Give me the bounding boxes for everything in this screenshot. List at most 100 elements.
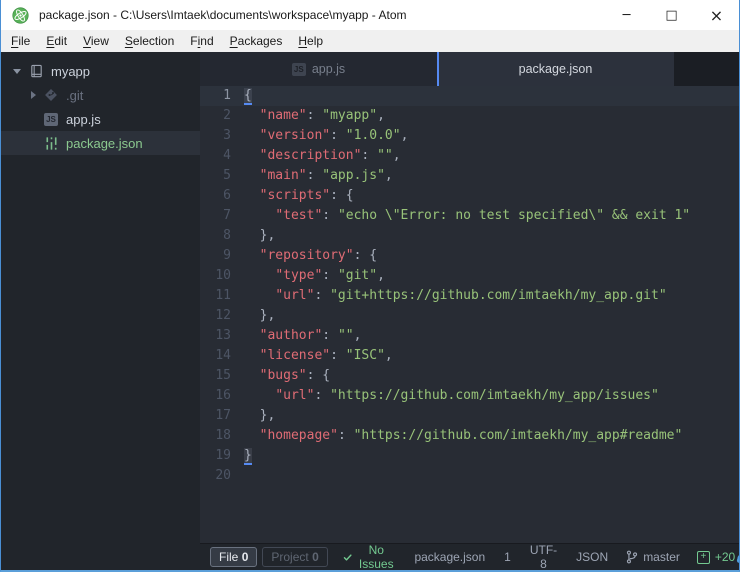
repo-icon bbox=[30, 64, 42, 77]
code-line[interactable]: 8 }, bbox=[200, 226, 739, 246]
grammar-selector[interactable]: JSON bbox=[576, 550, 608, 564]
menu-item-selection[interactable]: Selection bbox=[117, 31, 182, 51]
code-line[interactable]: 12 }, bbox=[200, 306, 739, 326]
project-issues-badge[interactable]: Project 0 bbox=[262, 547, 328, 567]
code-line[interactable]: 17 }, bbox=[200, 406, 739, 426]
code-line-text: "version": "1.0.0", bbox=[259, 128, 409, 143]
code-line-text: "type": "git", bbox=[275, 268, 385, 283]
tab-packagejson[interactable]: package.json bbox=[437, 52, 674, 86]
menu-bar: File Edit View Selection Find Packages Help bbox=[1, 30, 739, 52]
menu-item-file[interactable]: File bbox=[3, 31, 38, 51]
line-number[interactable]: 7 bbox=[200, 206, 244, 226]
code-line[interactable]: 20 bbox=[200, 466, 739, 486]
code-line[interactable]: 10 "type": "git", bbox=[200, 266, 739, 286]
git-branch[interactable]: master bbox=[625, 550, 680, 564]
file-issues-count: 0 bbox=[241, 550, 249, 564]
line-number[interactable]: 14 bbox=[200, 346, 244, 366]
code-line-text: "test": "echo \"Error: no test specified… bbox=[275, 208, 691, 223]
status-bar: File 0 Project 0 No Issues package.json … bbox=[200, 543, 739, 570]
project-issues-count: 0 bbox=[312, 550, 319, 564]
code-line-text: }, bbox=[244, 308, 276, 323]
line-number[interactable]: 6 bbox=[200, 186, 244, 206]
text-editor[interactable]: 1{2 "name": "myapp", 3 "version": "1.0.0"… bbox=[200, 86, 739, 543]
lint-status-label: No Issues bbox=[358, 543, 394, 571]
code-line-text: "main": "app.js", bbox=[259, 168, 393, 183]
minimize-button[interactable]: ─ bbox=[604, 0, 649, 30]
code-line[interactable]: 11 "url": "git+https://github.com/imtaek… bbox=[200, 286, 739, 306]
code-line[interactable]: 9 "repository": { bbox=[200, 246, 739, 266]
tree-item-appjs[interactable]: JS app.js bbox=[1, 107, 200, 131]
tree-root-myapp[interactable]: myapp bbox=[1, 59, 200, 83]
line-number[interactable]: 16 bbox=[200, 386, 244, 406]
menu-item-edit[interactable]: Edit bbox=[38, 31, 75, 51]
matched-bracket: { bbox=[244, 88, 252, 103]
code-line[interactable]: 13 "author": "", bbox=[200, 326, 739, 346]
line-number[interactable]: 10 bbox=[200, 266, 244, 286]
code-line-text: "repository": { bbox=[259, 248, 378, 263]
menu-item-help[interactable]: Help bbox=[290, 31, 331, 51]
code-line[interactable]: 15 "bugs": { bbox=[200, 366, 739, 386]
code-line[interactable]: 14 "license": "ISC", bbox=[200, 346, 739, 366]
line-number[interactable]: 19 bbox=[200, 446, 244, 466]
tab-bar: JS app.js package.json bbox=[200, 52, 739, 86]
line-number[interactable]: 17 bbox=[200, 406, 244, 426]
line-number[interactable]: 1 bbox=[200, 86, 244, 106]
close-button[interactable]: × bbox=[694, 0, 739, 30]
code-line-text: { bbox=[244, 86, 739, 106]
line-number[interactable]: 3 bbox=[200, 126, 244, 146]
line-number[interactable]: 8 bbox=[200, 226, 244, 246]
update-available-button[interactable] bbox=[735, 550, 739, 565]
git-folder-icon bbox=[45, 89, 57, 101]
code-line-text: "scripts": { bbox=[259, 188, 354, 203]
encoding-selector[interactable]: UTF-8 bbox=[530, 543, 557, 570]
line-number[interactable]: 13 bbox=[200, 326, 244, 346]
menu-item-find[interactable]: Find bbox=[182, 31, 221, 51]
maximize-button[interactable]: □ bbox=[649, 0, 694, 30]
tab-appjs[interactable]: JS app.js bbox=[200, 52, 437, 86]
line-number[interactable]: 5 bbox=[200, 166, 244, 186]
lint-status[interactable]: No Issues bbox=[343, 543, 396, 571]
line-number[interactable]: 12 bbox=[200, 306, 244, 326]
code-line[interactable]: 18 "homepage": "https://github.com/imtae… bbox=[200, 426, 739, 446]
code-line-text: "name": "myapp", bbox=[259, 108, 385, 123]
code-line[interactable]: 3 "version": "1.0.0", bbox=[200, 126, 739, 146]
tree-item-packagejson[interactable]: package.json bbox=[1, 131, 200, 155]
line-number[interactable]: 2 bbox=[200, 106, 244, 126]
code-line-text: } bbox=[244, 446, 739, 466]
line-number[interactable]: 4 bbox=[200, 146, 244, 166]
menu-item-packages[interactable]: Packages bbox=[222, 31, 291, 51]
window-title: package.json - C:\Users\Imtaek\documents… bbox=[39, 8, 407, 22]
code-line[interactable]: 5 "main": "app.js", bbox=[200, 166, 739, 186]
tree-view: myapp .git JS app.js package.json bbox=[1, 52, 200, 570]
cursor-position[interactable]: 1 bbox=[504, 550, 511, 564]
code-line-text: "homepage": "https://github.com/imtaekh/… bbox=[259, 428, 683, 443]
chevron-right-icon[interactable] bbox=[31, 91, 36, 99]
code-line-text: "url": "https://github.com/imtaekh/my_ap… bbox=[275, 388, 659, 403]
code-line[interactable]: 4 "description": "", bbox=[200, 146, 739, 166]
git-branch-icon bbox=[627, 550, 638, 564]
js-file-icon: JS bbox=[44, 112, 58, 126]
file-issues-badge[interactable]: File 0 bbox=[210, 547, 258, 567]
code-line[interactable]: 19} bbox=[200, 446, 739, 466]
tree-item-git[interactable]: .git bbox=[1, 83, 200, 107]
menu-item-view[interactable]: View bbox=[75, 31, 117, 51]
js-file-icon: JS bbox=[291, 62, 306, 76]
line-number[interactable]: 18 bbox=[200, 426, 244, 446]
code-line-text: "author": "", bbox=[259, 328, 362, 343]
line-number[interactable]: 15 bbox=[200, 366, 244, 386]
code-line[interactable]: 6 "scripts": { bbox=[200, 186, 739, 206]
code-line[interactable]: 1{ bbox=[200, 86, 739, 106]
chevron-down-icon[interactable] bbox=[13, 68, 21, 74]
git-branch-label: master bbox=[643, 550, 680, 564]
line-number[interactable]: 20 bbox=[200, 466, 244, 486]
code-line-text: "url": "git+https://github.com/imtaekh/m… bbox=[275, 288, 667, 303]
tab-label: package.json bbox=[518, 62, 593, 76]
matched-bracket: } bbox=[244, 448, 252, 463]
code-line[interactable]: 2 "name": "myapp", bbox=[200, 106, 739, 126]
code-line[interactable]: 7 "test": "echo \"Error: no test specifi… bbox=[200, 206, 739, 226]
code-line[interactable]: 16 "url": "https://github.com/imtaekh/my… bbox=[200, 386, 739, 406]
code-line-text: "bugs": { bbox=[259, 368, 331, 383]
line-number[interactable]: 11 bbox=[200, 286, 244, 306]
line-number[interactable]: 9 bbox=[200, 246, 244, 266]
